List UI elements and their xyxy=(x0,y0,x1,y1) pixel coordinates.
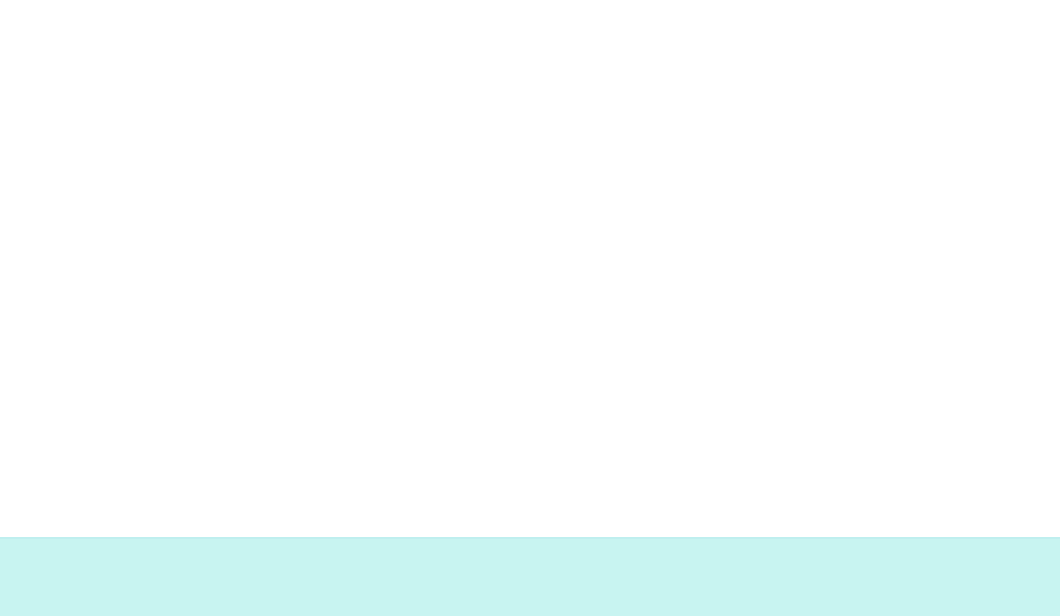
summary-table xyxy=(0,537,1060,616)
weather-chart-window xyxy=(0,0,1060,616)
legend xyxy=(0,0,1060,56)
